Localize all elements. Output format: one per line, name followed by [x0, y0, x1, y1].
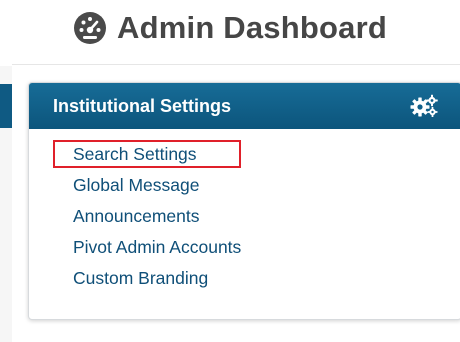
panel-header: Institutional Settings	[29, 83, 460, 129]
sidebar-active-tab[interactable]	[0, 84, 12, 128]
list-item: Pivot Admin Accounts	[29, 232, 460, 263]
list-item: Custom Branding	[29, 263, 460, 294]
admin-dashboard-page: Admin Dashboard Institutional Settings S…	[0, 0, 460, 342]
cogs-icon[interactable]	[409, 94, 439, 118]
page-title: Admin Dashboard	[117, 10, 387, 45]
list-item: Search Settings	[29, 139, 460, 170]
page-header: Admin Dashboard	[0, 6, 460, 50]
announcements-link[interactable]: Announcements	[73, 206, 199, 226]
institutional-settings-panel: Institutional Settings Search Settings G…	[28, 82, 460, 320]
custom-branding-link[interactable]: Custom Branding	[73, 268, 208, 288]
dashboard-gauge-icon	[73, 11, 107, 45]
settings-link-list: Search Settings Global Message Announcem…	[29, 129, 460, 294]
panel-title: Institutional Settings	[53, 95, 231, 116]
pivot-admin-accounts-link[interactable]: Pivot Admin Accounts	[73, 237, 241, 257]
list-item: Announcements	[29, 201, 460, 232]
global-message-link[interactable]: Global Message	[73, 175, 199, 195]
list-item: Global Message	[29, 170, 460, 201]
search-settings-link[interactable]: Search Settings	[73, 144, 197, 164]
header-divider	[12, 64, 460, 65]
